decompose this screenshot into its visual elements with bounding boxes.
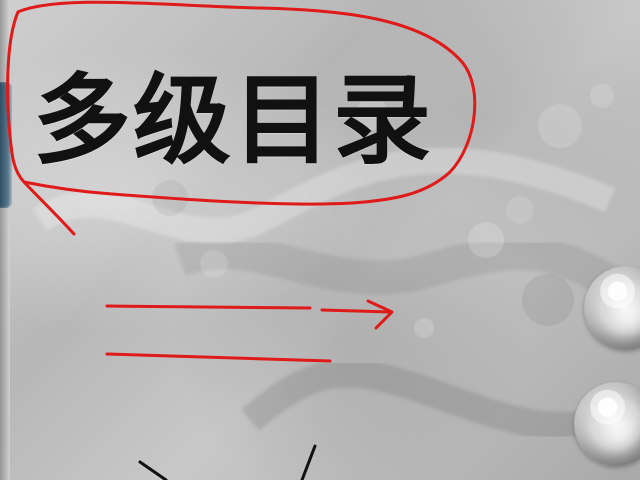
glass-orb-button-top[interactable] (584, 266, 640, 350)
bottom-black-strokes (138, 444, 317, 480)
upper-red-arrowhead (366, 299, 394, 330)
page-title: 多级目录 (32, 64, 433, 178)
upper-red-arrow-line (320, 308, 392, 314)
lower-red-line (105, 352, 332, 363)
screen: 多级目录 (0, 0, 640, 480)
glass-orb-button-bottom[interactable] (574, 382, 640, 466)
upper-red-line (105, 304, 312, 310)
